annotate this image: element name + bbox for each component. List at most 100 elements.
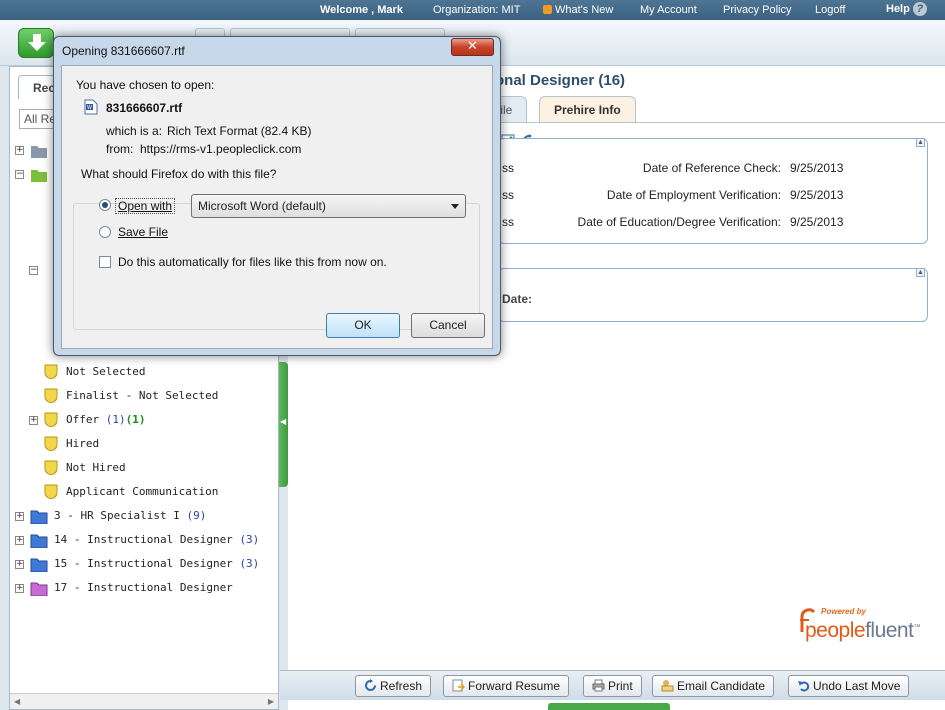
employment-verification-label: Date of Employment Verification:	[606, 188, 781, 202]
refresh-icon	[365, 679, 376, 691]
ok-button[interactable]: OK	[326, 313, 400, 338]
file-type-value: Rich Text Format (82.4 KB)	[167, 124, 312, 138]
collapse-panel-icon[interactable]: ▲	[916, 268, 925, 277]
print-button[interactable]: Print	[583, 675, 642, 697]
requisition-folder-icon	[30, 510, 48, 524]
forward-resume-button[interactable]: Forward Resume	[443, 675, 570, 697]
employment-verification-value: 9/25/2013	[790, 188, 844, 202]
collapse-icon[interactable]: −	[15, 170, 24, 179]
status-folder-icon	[44, 460, 58, 475]
education-verification-value: 9/25/2013	[790, 215, 844, 229]
undo-icon	[798, 681, 810, 692]
my-account-link[interactable]: My Account	[640, 4, 697, 16]
tree-item[interactable]: Hired	[66, 435, 99, 453]
chosen-to-open-text: You have chosen to open:	[76, 78, 215, 92]
peoplefluent-logo: Powered by peoplefluent™	[797, 605, 932, 650]
file-download-dialog: Opening 831666607.rtf ✕ You have chosen …	[53, 36, 501, 356]
dialog-title: Opening 831666607.rtf	[62, 44, 185, 58]
bottom-panel-handle[interactable]	[548, 703, 670, 710]
refresh-button[interactable]: Refresh	[355, 675, 432, 697]
expand-icon[interactable]: +	[15, 560, 24, 569]
reference-check-label: Date of Reference Check:	[642, 161, 781, 175]
field-left-fragment: ss	[502, 161, 514, 175]
expand-icon[interactable]: +	[15, 146, 24, 155]
file-source-label: from:	[106, 142, 134, 156]
rss-icon	[543, 5, 552, 14]
privacy-policy-link[interactable]: Privacy Policy	[723, 4, 791, 16]
requisition-folder-icon	[30, 582, 48, 596]
save-file-radio[interactable]	[99, 226, 111, 238]
organization-text: Organization: MIT	[433, 4, 521, 16]
application-select[interactable]: Microsoft Word (default)	[191, 194, 466, 218]
auto-action-checkbox[interactable]	[99, 256, 111, 268]
close-button[interactable]: ✕	[451, 38, 494, 56]
tree-item[interactable]: Finalist - Not Selected	[66, 387, 218, 405]
tree-item[interactable]: Applicant Communication	[66, 483, 218, 501]
tree-item[interactable]: Not Selected	[66, 363, 145, 381]
reference-check-value: 9/25/2013	[790, 161, 844, 175]
collapse-left-icon[interactable]: ◀	[280, 417, 286, 426]
expand-icon[interactable]: +	[15, 536, 24, 545]
horizontal-scrollbar[interactable]: ◀ ▶	[10, 693, 278, 709]
status-folder-icon	[44, 484, 58, 499]
cancel-button[interactable]: Cancel	[411, 313, 485, 338]
forward-resume-icon	[452, 679, 465, 692]
welcome-text: Welcome , Mark	[320, 4, 403, 16]
file-type-label: which is a:	[106, 124, 163, 138]
top-navigation-bar: Welcome , Mark Organization: MIT What's …	[0, 0, 945, 20]
prehire-dates-panel: ▲ ss Date of Reference Check: 9/25/2013 …	[498, 138, 928, 244]
folder-open-icon	[31, 170, 47, 182]
tree-item[interactable]: Offer (1)(1)	[66, 411, 146, 429]
tree-item[interactable]: 15 - Instructional Designer (3)	[54, 555, 259, 573]
status-folder-icon	[44, 364, 58, 379]
email-candidate-icon	[661, 680, 674, 692]
help-icon: ?	[912, 2, 927, 16]
help-link[interactable]: Help?	[886, 2, 927, 16]
date-label: Date:	[502, 292, 533, 306]
expand-icon[interactable]: +	[29, 416, 38, 425]
action-question: What should Firefox do with this file?	[81, 167, 277, 181]
auto-action-label[interactable]: Do this automatically for files like thi…	[118, 255, 387, 269]
expand-icon[interactable]: +	[15, 584, 24, 593]
collapse-panel-icon[interactable]: ▲	[916, 138, 925, 147]
file-source-value: https://rms-v1.peopleclick.com	[140, 142, 302, 156]
download-button[interactable]	[18, 28, 54, 58]
tree-item[interactable]: 14 - Instructional Designer (3)	[54, 531, 259, 549]
expand-icon[interactable]: +	[15, 512, 24, 521]
status-folder-icon	[44, 388, 58, 403]
word-document-icon: W	[84, 99, 98, 115]
open-with-label[interactable]: Open with	[115, 198, 176, 214]
prehire-secondary-panel: ▲ Date:	[498, 268, 928, 322]
status-folder-icon	[44, 412, 58, 427]
tree-item[interactable]: Not Hired	[66, 459, 126, 477]
save-file-label[interactable]: Save File	[118, 225, 168, 239]
svg-text:W: W	[87, 105, 92, 111]
tab-requisitions[interactable]: Rec	[18, 75, 58, 99]
chevron-down-icon	[451, 204, 459, 209]
tab-prehire-info[interactable]: Prehire Info	[539, 96, 636, 122]
print-icon	[592, 679, 605, 692]
open-with-radio[interactable]	[99, 199, 111, 211]
status-folder-icon	[44, 436, 58, 451]
dialog-body: You have chosen to open: W 831666607.rtf…	[61, 65, 493, 349]
panel-splitter[interactable]: ◀	[279, 362, 288, 487]
logoff-link[interactable]: Logoff	[815, 4, 845, 16]
scroll-left-icon[interactable]: ◀	[14, 697, 20, 706]
whats-new-link[interactable]: What's New	[543, 4, 613, 16]
page-title: onal Designer (16)	[495, 72, 626, 89]
field-left-fragment: ss	[502, 188, 514, 202]
file-name: 831666607.rtf	[106, 101, 183, 115]
requisition-folder-icon	[30, 534, 48, 548]
email-candidate-button[interactable]: Email Candidate	[652, 675, 775, 697]
down-arrow-icon	[28, 34, 46, 51]
tree-item[interactable]: 17 - Instructional Designer	[54, 579, 233, 597]
field-left-fragment: ss	[502, 215, 514, 229]
collapse-icon[interactable]: −	[29, 266, 38, 275]
scroll-right-icon[interactable]: ▶	[268, 697, 274, 706]
undo-last-move-button[interactable]: Undo Last Move	[788, 675, 910, 697]
education-verification-label: Date of Education/Degree Verification:	[577, 215, 781, 229]
close-icon: ✕	[467, 39, 478, 54]
action-toolbar: Refresh Forward Resume Print Email Candi…	[280, 670, 945, 700]
tree-item[interactable]: 3 - HR Specialist I (9)	[54, 507, 206, 525]
folder-icon	[31, 146, 47, 158]
